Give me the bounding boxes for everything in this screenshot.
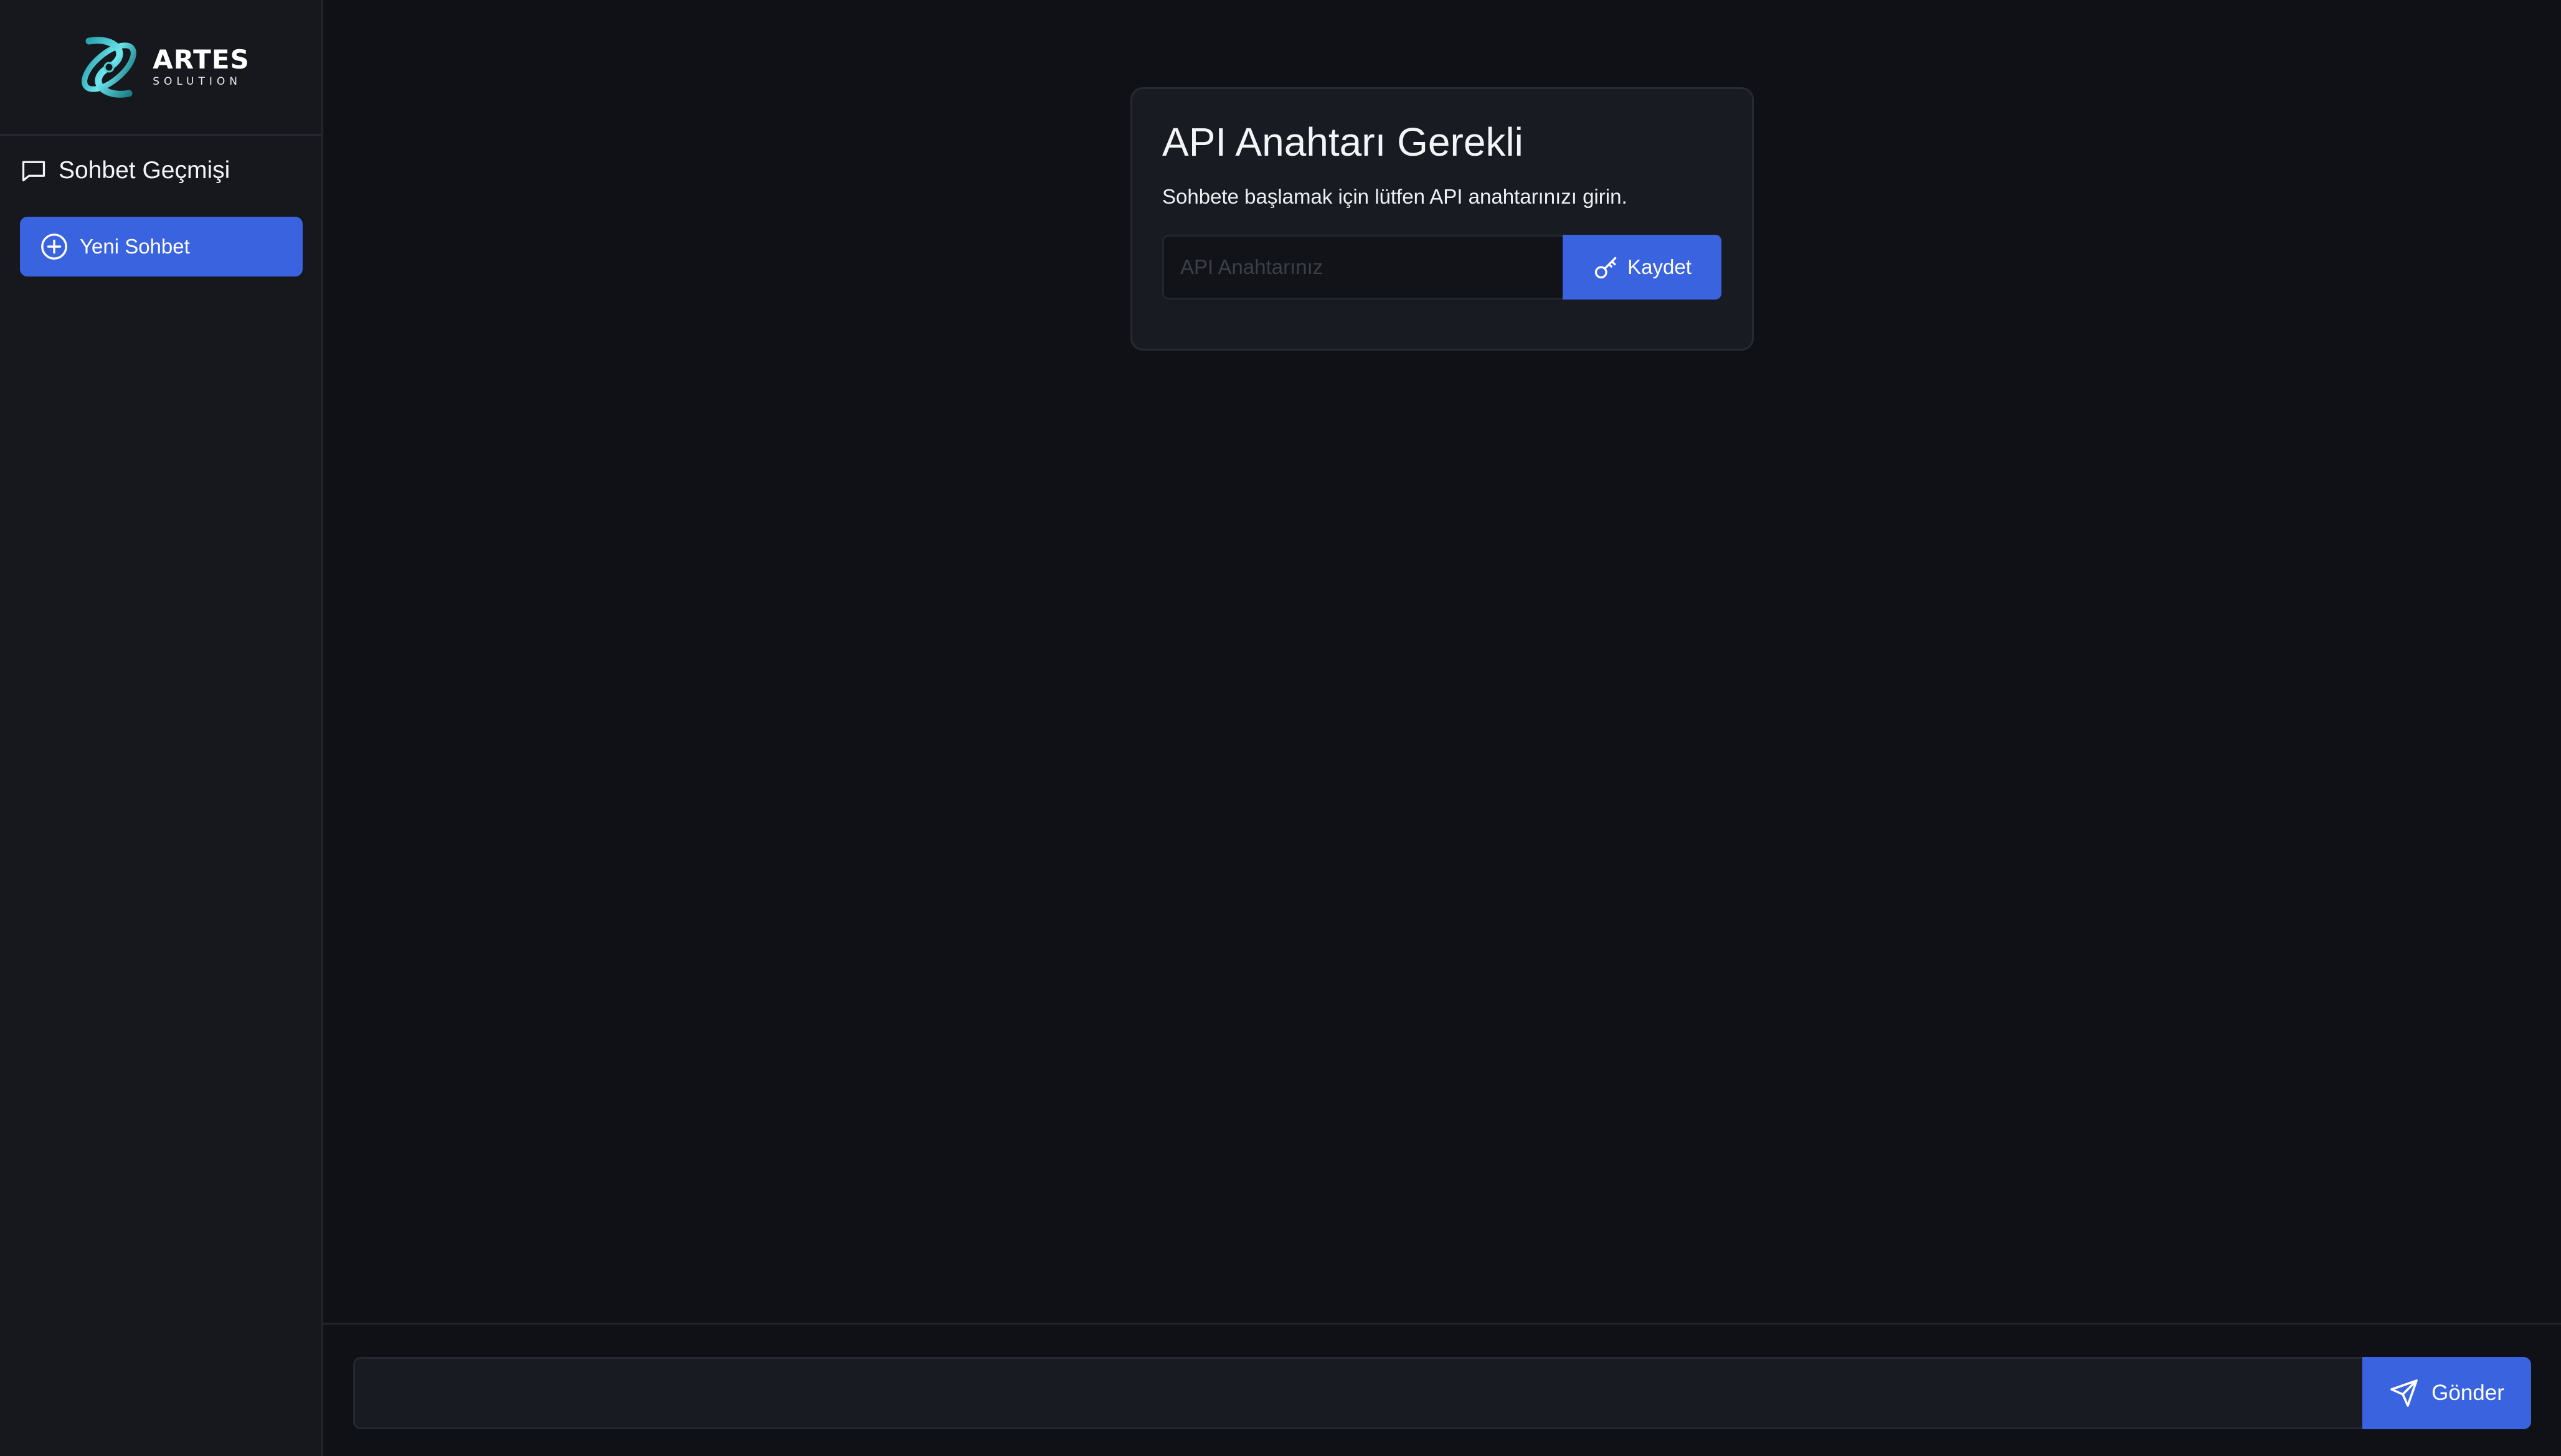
new-chat-button[interactable]: Yeni Sohbet <box>20 217 303 277</box>
logo-title: ARTES <box>153 44 250 75</box>
message-input[interactable] <box>353 1357 2362 1429</box>
plus-circle-icon <box>41 234 67 260</box>
send-icon <box>2390 1379 2418 1407</box>
artes-logo-mark <box>82 36 137 98</box>
save-api-key-label: Kaydet <box>1627 255 1692 279</box>
artes-logo: ARTES SOLUTION <box>72 30 250 105</box>
send-label: Gönder <box>2431 1381 2504 1405</box>
chat-history-title: Sohbet Geçmişi <box>59 157 230 184</box>
save-api-key-button[interactable]: Kaydet <box>1563 235 1721 300</box>
key-icon <box>1594 257 1617 279</box>
sidebar: ARTES SOLUTION Sohbet Geçmişi Yeni Sohbe… <box>0 0 323 1456</box>
api-key-description: Sohbete başlamak için lütfen API anahtar… <box>1162 185 1627 209</box>
api-key-card: API Anahtarı Gerekli Sohbete başlamak iç… <box>1130 87 1754 351</box>
new-chat-label: Yeni Sohbet <box>80 235 190 258</box>
logo-area: ARTES SOLUTION <box>0 0 321 136</box>
api-key-form: Kaydet <box>1162 235 1722 300</box>
api-key-title: API Anahtarı Gerekli <box>1162 120 1523 164</box>
main-area: API Anahtarı Gerekli Sohbete başlamak iç… <box>323 0 2561 1456</box>
send-button[interactable]: Gönder <box>2362 1357 2531 1429</box>
logo-subtitle: SOLUTION <box>153 75 242 88</box>
message-composer: Gönder <box>323 1323 2561 1456</box>
chat-bubble-icon <box>22 161 45 182</box>
chat-history-header: Sohbet Geçmişi <box>20 157 230 184</box>
api-key-input[interactable] <box>1162 235 1563 300</box>
